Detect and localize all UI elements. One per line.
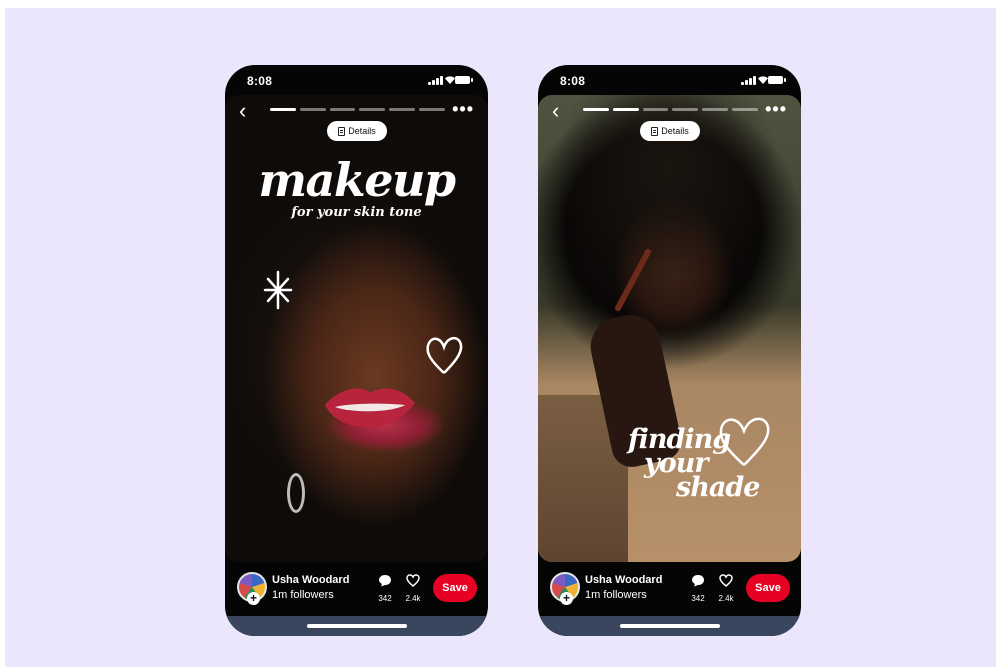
details-button[interactable]: Details [640, 121, 700, 141]
comment-count: 342 [691, 594, 705, 603]
bottom-nav [225, 616, 488, 636]
sparkle-doodle-icon [263, 270, 293, 310]
status-time: 8:08 [560, 74, 586, 88]
phone-mockup-shade: 8:08 ‹ ••• Details finding your shade + … [538, 65, 801, 636]
background-canvas: 8:08 ‹ ••• Details makeup for your skin … [5, 8, 996, 667]
progress-segment [672, 108, 699, 111]
pin-footer: + Usha Woodard 1m followers 342 2.4k Sav… [538, 562, 801, 616]
comment-button[interactable]: 342 [373, 574, 397, 603]
details-doc-icon [651, 126, 659, 136]
like-button[interactable]: 2.4k [714, 574, 738, 603]
comment-icon [379, 575, 391, 587]
back-chevron-icon[interactable]: ‹ [239, 100, 246, 122]
progress-segment [359, 108, 386, 111]
progress-segment [732, 108, 758, 111]
progress-segment [389, 108, 416, 111]
home-indicator[interactable] [307, 624, 407, 628]
story-media-makeup[interactable]: ‹ ••• Details makeup for your skin tone [225, 95, 488, 562]
save-button[interactable]: Save [433, 574, 477, 602]
progress-segment [583, 108, 609, 111]
story-progress [270, 108, 445, 111]
heart-doodle-icon [719, 417, 770, 466]
heart-doodle-icon [426, 336, 463, 374]
signal-icon [428, 82, 431, 85]
earring-shape [287, 473, 305, 513]
back-chevron-icon[interactable]: ‹ [552, 100, 559, 122]
signal-bar [749, 78, 752, 85]
follower-count: 1m followers [585, 589, 647, 601]
follower-count: 1m followers [272, 589, 334, 601]
heart-icon [406, 574, 420, 587]
story-subtitle: for your skin tone [291, 205, 422, 220]
user-name[interactable]: Usha Woodard [272, 574, 349, 586]
status-time: 8:08 [247, 74, 273, 88]
progress-segment [329, 108, 356, 111]
makeup-brush-shape [613, 247, 653, 313]
details-label: Details [348, 126, 376, 136]
progress-segment [612, 108, 639, 111]
progress-segment [419, 108, 445, 111]
more-dots-icon[interactable]: ••• [452, 100, 474, 118]
like-count: 2.4k [405, 594, 421, 603]
status-bar: 8:08 [538, 65, 801, 95]
pin-footer: + Usha Woodard 1m followers 342 2.4k Sav… [225, 562, 488, 616]
lips-shape [325, 388, 415, 428]
signal-bar [753, 76, 756, 85]
progress-segment [642, 108, 669, 111]
comment-icon [692, 575, 704, 587]
progress-segment [702, 108, 729, 111]
signal-bar [440, 76, 443, 85]
status-icons [741, 75, 786, 85]
battery-icon [768, 76, 786, 84]
details-button[interactable]: Details [327, 121, 387, 141]
more-dots-icon[interactable]: ••• [765, 100, 787, 118]
like-count: 2.4k [718, 594, 734, 603]
plus-icon[interactable]: + [560, 592, 573, 605]
user-name[interactable]: Usha Woodard [585, 574, 662, 586]
comment-button[interactable]: 342 [686, 574, 710, 603]
home-indicator[interactable] [620, 624, 720, 628]
details-label: Details [661, 126, 689, 136]
story-media-shade[interactable]: ‹ ••• Details finding your shade [538, 95, 801, 562]
progress-segment [299, 108, 326, 111]
signal-icon [741, 82, 744, 85]
phone-mockup-makeup: 8:08 ‹ ••• Details makeup for your skin … [225, 65, 488, 636]
story-title: makeup [258, 153, 456, 207]
heart-icon [719, 574, 733, 587]
details-doc-icon [338, 126, 346, 136]
story-progress [583, 108, 758, 111]
status-icons [428, 75, 473, 85]
signal-bar [745, 80, 748, 85]
battery-icon [455, 76, 473, 84]
plus-icon[interactable]: + [247, 592, 260, 605]
comment-count: 342 [378, 594, 392, 603]
progress-segment [270, 108, 296, 111]
like-button[interactable]: 2.4k [401, 574, 425, 603]
story-title-line-3: shade [676, 472, 760, 503]
save-button[interactable]: Save [746, 574, 790, 602]
signal-bar [436, 78, 439, 85]
signal-bar [432, 80, 435, 85]
bottom-nav [538, 616, 801, 636]
status-bar: 8:08 [225, 65, 488, 95]
